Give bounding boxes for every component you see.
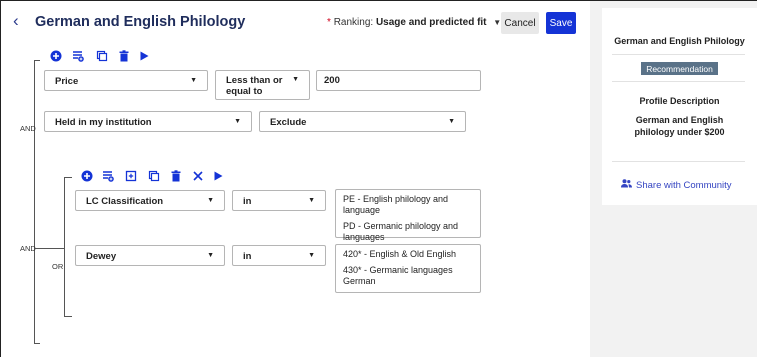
run-icon[interactable] xyxy=(138,50,150,62)
outer-group-bracket-bottom xyxy=(34,343,40,344)
share-with-community-link[interactable]: Share with Community xyxy=(621,179,732,191)
dewey-values[interactable]: 420* - English & Old English 430* - Germ… xyxy=(335,244,481,293)
ranking-value: Usage and predicted fit xyxy=(375,17,487,28)
delete-icon[interactable] xyxy=(118,50,130,62)
field-select-label: Held in my institution xyxy=(55,117,152,128)
operator-select-exclude[interactable]: Exclude ▼ xyxy=(259,111,466,132)
lc-classification-values[interactable]: PE - English philology and language PD -… xyxy=(335,189,481,242)
value-chip[interactable]: PE - English philology and language xyxy=(343,194,473,216)
add-condition-icon[interactable] xyxy=(50,50,62,62)
inner-logic-or[interactable]: OR xyxy=(52,262,63,271)
operator-select-label: in xyxy=(243,251,252,262)
price-value-input[interactable]: 200 xyxy=(316,70,481,91)
value-chip[interactable]: 420* - English & Old English xyxy=(343,249,473,260)
inner-group-bracket-top xyxy=(64,177,72,178)
operator-select-label: Exclude xyxy=(270,117,307,128)
back-button[interactable]: ‹ xyxy=(13,11,19,31)
field-select-dewey[interactable]: Dewey ▼ xyxy=(75,245,225,266)
caret-down-icon: ▼ xyxy=(190,77,197,84)
add-group-icon[interactable] xyxy=(102,170,114,182)
people-icon xyxy=(621,179,632,191)
side-panel-title: German and English Philology xyxy=(614,36,745,46)
close-icon[interactable] xyxy=(192,170,204,182)
field-select-label: LC Classification xyxy=(86,196,164,207)
ranking-label: Ranking: xyxy=(333,17,374,28)
add-group-icon[interactable] xyxy=(72,50,84,62)
outer-group-bracket-top xyxy=(34,60,40,61)
delete-icon[interactable] xyxy=(170,170,182,182)
outer-logic-connector xyxy=(35,248,64,249)
caret-down-icon: ▼ xyxy=(207,252,214,259)
page-title: German and English Philology xyxy=(35,14,246,30)
value-chip[interactable]: 430* - Germanic languages German xyxy=(343,265,453,287)
divider xyxy=(612,81,745,82)
field-select-label: Price xyxy=(55,76,79,87)
duplicate-icon[interactable] xyxy=(148,170,160,182)
outer-logic-and-2[interactable]: AND xyxy=(20,244,36,253)
field-select-lc-classification[interactable]: LC Classification ▼ xyxy=(75,190,225,211)
operator-select-label: Less than or equal to xyxy=(226,75,283,97)
cancel-button[interactable]: Cancel xyxy=(501,12,539,34)
caret-down-icon: ▼ xyxy=(234,118,241,125)
chevron-left-icon: ‹ xyxy=(13,11,19,30)
field-select-held-in-institution[interactable]: Held in my institution ▼ xyxy=(44,111,252,132)
recommendation-badge: Recommendation xyxy=(641,62,718,75)
ranking-select[interactable]: * Ranking: Usage and predicted fit ▼ xyxy=(327,17,501,28)
required-mark: * xyxy=(327,17,331,28)
operator-select-label: in xyxy=(243,196,252,207)
caret-down-icon: ▼ xyxy=(207,197,214,204)
outer-group-bracket xyxy=(34,60,35,343)
share-label: Share with Community xyxy=(636,179,732,191)
operator-select-in[interactable]: in ▼ xyxy=(232,245,326,266)
profile-description-heading: Profile Description xyxy=(639,96,720,106)
operator-select-in[interactable]: in ▼ xyxy=(232,190,326,211)
collapse-icon[interactable] xyxy=(125,170,137,182)
divider xyxy=(612,54,745,55)
run-icon[interactable] xyxy=(212,170,224,182)
inner-group-bracket-bottom xyxy=(64,316,72,317)
divider xyxy=(612,161,745,162)
add-condition-icon[interactable] xyxy=(81,170,93,182)
inner-group-bracket xyxy=(64,177,65,316)
field-select-price[interactable]: Price ▼ xyxy=(44,70,208,91)
caret-down-icon: ▼ xyxy=(308,252,315,259)
duplicate-icon[interactable] xyxy=(96,50,108,62)
save-button[interactable]: Save xyxy=(546,12,576,34)
operator-select-price[interactable]: Less than or equal to ▼ xyxy=(215,70,310,100)
caret-down-icon: ▼ xyxy=(292,76,299,83)
profile-description-text: German and English philology under $200 xyxy=(602,114,757,138)
field-select-label: Dewey xyxy=(86,251,117,262)
outer-logic-and-1[interactable]: AND xyxy=(20,124,36,133)
caret-down-icon: ▼ xyxy=(308,197,315,204)
value-chip[interactable]: PD - Germanic philology and languages xyxy=(343,221,473,243)
caret-down-icon: ▼ xyxy=(448,118,455,125)
profile-description-value: German and English philology under $200 xyxy=(634,115,725,137)
